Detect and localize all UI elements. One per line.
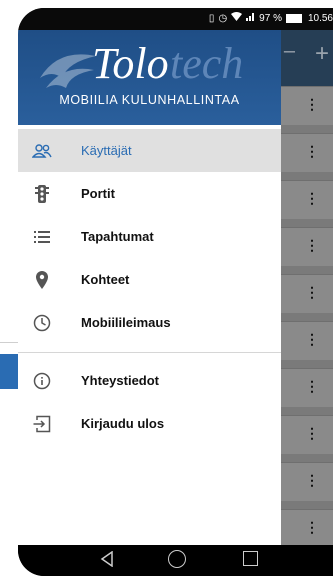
background-accent [0,354,18,389]
more-vert-icon[interactable]: ⋮ [305,520,319,534]
more-vert-icon[interactable]: ⋮ [305,473,319,487]
more-vert-icon[interactable]: ⋮ [305,191,319,205]
back-icon[interactable] [100,551,114,567]
alarm-icon: ◷ [218,12,228,24]
logo-bird-icon [40,54,96,88]
menu-divider [18,352,281,353]
logo-suffix: tech [170,39,244,88]
wifi-icon [231,12,243,24]
menu-item-kohteet[interactable]: Kohteet [18,258,281,301]
users-icon [32,141,52,161]
menu-label: Yhteystiedot [81,373,160,388]
traffic-light-icon [32,184,52,204]
more-vert-icon[interactable]: ⋮ [305,97,319,111]
logout-icon [32,414,52,434]
clock-icon [32,313,52,333]
menu-label: Mobiilileimaus [81,315,171,330]
home-icon[interactable] [168,550,186,568]
menu-label: Kirjaudu ulos [81,416,165,431]
signal-icon [246,12,255,24]
logo-text: Tolo [92,39,169,88]
more-vert-icon[interactable]: ⋮ [305,426,319,440]
menu-item-tapahtumat[interactable]: Tapahtumat [18,215,281,258]
logo-tagline: MOBIILIA KULUNHALLINTAA [59,93,240,107]
drawer-header: Tolo tech MOBIILIA KULUNHALLINTAA [18,30,281,125]
menu-label: Kohteet [81,272,130,287]
recent-apps-icon[interactable] [243,551,258,566]
background-divider [0,342,18,343]
more-vert-icon[interactable]: ⋮ [305,238,319,252]
vibrate-icon: ▯ [208,12,215,24]
more-vert-icon[interactable]: ⋮ [305,379,319,393]
more-vert-icon[interactable]: ⋮ [305,332,319,346]
battery-percent: 97 % [259,12,282,24]
menu-item-kayttajat[interactable]: Käyttäjät [18,129,281,172]
phone-screen: ▯ ◷ 97 % 10.56 – + ⋮ ⋮ ⋮ ⋮ ⋮ ⋮ ⋮ ⋮ ⋮ ⋮ T… [18,8,333,576]
toolbar-action-icon[interactable]: – [284,40,295,63]
menu-label: Portit [81,186,115,201]
status-bar: ▯ ◷ 97 % 10.56 [18,8,333,30]
menu-label: Tapahtumat [81,229,154,244]
battery-icon [285,13,302,23]
navigation-drawer: Tolo tech MOBIILIA KULUNHALLINTAA Käyttä… [18,30,281,545]
menu-item-mobiilileimaus[interactable]: Mobiilileimaus [18,301,281,344]
menu-item-kirjaudu-ulos[interactable]: Kirjaudu ulos [18,402,281,445]
clock-time: 10.56 [307,12,333,24]
menu-item-portit[interactable]: Portit [18,172,281,215]
add-button[interactable]: + [315,42,329,66]
list-icon [32,227,52,247]
location-pin-icon [32,270,52,290]
more-vert-icon[interactable]: ⋮ [305,144,319,158]
menu-item-yhteystiedot[interactable]: Yhteystiedot [18,359,281,402]
system-nav-bar [18,545,333,576]
info-icon [32,371,52,391]
menu-label: Käyttäjät [81,143,132,158]
status-icons: ▯ ◷ 97 % 10.56 [209,12,333,24]
more-vert-icon[interactable]: ⋮ [305,285,319,299]
